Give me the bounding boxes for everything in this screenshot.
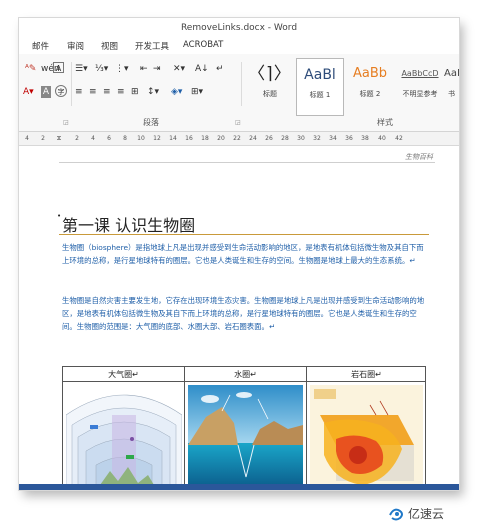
table-divider xyxy=(306,367,307,489)
styles-gallery: 〈⌉〉 标题 AaBl 标题 1 AaBb 标题 2 AaBbCcD 不明显参考… xyxy=(246,58,459,116)
ruler-tick: 18 xyxy=(201,135,209,142)
table-header-hydrosphere: 水圈↵ xyxy=(185,367,306,382)
paragraph-dialog-launcher-icon[interactable]: ◲ xyxy=(235,119,241,126)
paragraph-mark-icon: • xyxy=(57,212,62,220)
lithosphere-diagram xyxy=(310,385,423,489)
font-dialog-launcher-icon[interactable]: ◲ xyxy=(63,119,69,126)
borders-icon[interactable]: ⊞▾ xyxy=(191,86,203,98)
title-rule xyxy=(59,234,429,235)
style-name: 标题 1 xyxy=(309,91,331,99)
style-book-title[interactable]: AaI 书 xyxy=(444,58,459,116)
clear-format-icon[interactable]: ᴬ✎ xyxy=(25,63,36,75)
style-name: 不明显参考 xyxy=(402,90,438,98)
body-paragraph: 生物圈（biosphere）是指地球上凡是出现并感受到生命活动影响的地区，是地表… xyxy=(62,243,424,265)
style-subtle-reference[interactable]: AaBbCcD 不明显参考 xyxy=(396,58,444,116)
ruler-tick: 2 xyxy=(41,135,45,142)
distributed-icon[interactable]: ⊞ xyxy=(131,86,139,98)
line-spacing-icon[interactable]: ↕▾ xyxy=(147,86,159,98)
styles-group-label: 样式 xyxy=(377,118,393,127)
style-title[interactable]: 〈⌉〉 标题 xyxy=(246,58,294,116)
ruler-tick: 28 xyxy=(281,135,289,142)
ribbon: ᴬ✎ wén A A▾ A 字 ☰▾ ⅓▾ ⋮▾ ⇤ ⇥ ✕▾ A↓ ↵ ≡ ≡… xyxy=(19,54,459,132)
ruler-tick: 16 xyxy=(185,135,193,142)
style-name: 标题 xyxy=(263,90,277,98)
ruler-tick: 36 xyxy=(345,135,353,142)
align-center-icon[interactable]: ≡ xyxy=(89,86,97,98)
horizontal-ruler[interactable]: 4 2 ⧖ 2 4 6 8 10 12 14 16 18 20 22 24 26… xyxy=(19,132,459,146)
hydrosphere-diagram xyxy=(188,385,303,489)
numbering-icon[interactable]: ⅓▾ xyxy=(95,63,108,75)
style-preview: AaBl xyxy=(304,67,336,83)
table-divider xyxy=(184,367,185,489)
enclose-char-icon[interactable]: 字 xyxy=(55,85,67,97)
style-name: 标题 2 xyxy=(359,90,381,98)
ruler-tick: 6 xyxy=(107,135,111,142)
align-left-icon[interactable]: ≡ xyxy=(75,86,83,98)
ruler-tick: 12 xyxy=(153,135,161,142)
yisu-logo-icon xyxy=(389,508,403,521)
ruler-tick: 8 xyxy=(123,135,127,142)
ribbon-separator xyxy=(241,62,242,106)
decrease-indent-icon[interactable]: ⇤ xyxy=(140,63,148,75)
ruler-tick: 4 xyxy=(91,135,95,142)
font-color-icon[interactable]: A▾ xyxy=(23,86,34,98)
sort-icon[interactable]: A↓ xyxy=(195,63,209,75)
window-title: RemoveLinks.docx - Word xyxy=(180,23,298,33)
ruler-tick: 30 xyxy=(297,135,305,142)
ruler-tick: 22 xyxy=(233,135,241,142)
justify-icon[interactable]: ≡ xyxy=(117,86,125,98)
ruler-tick: 14 xyxy=(169,135,177,142)
style-heading-1[interactable]: AaBl 标题 1 xyxy=(296,58,344,116)
menu-bar: 邮件 审阅 视图 开发工具 ACROBAT xyxy=(19,38,459,54)
paragraph-group-label: 段落 xyxy=(143,118,159,127)
ruler-tick: 26 xyxy=(265,135,273,142)
menu-item-developer[interactable]: 开发工具 xyxy=(135,40,169,52)
increase-indent-icon[interactable]: ⇥ xyxy=(153,63,161,75)
menu-item-acrobat[interactable]: ACROBAT xyxy=(183,40,223,50)
style-preview: AaBb xyxy=(352,66,388,81)
ruler-tick: 24 xyxy=(249,135,257,142)
char-shading-icon[interactable]: A xyxy=(41,86,51,98)
bullets-icon[interactable]: ☰▾ xyxy=(75,63,88,75)
show-marks-icon[interactable]: ↵ xyxy=(216,63,224,75)
style-name: 书 xyxy=(448,90,455,98)
image-table: 大气圈↵ 水圈↵ 岩石圈↵ xyxy=(62,366,426,490)
shading-icon[interactable]: ◈▾ xyxy=(171,86,182,98)
body-paragraph: 生物圈是自然灾害主要发生地，它存在出现环境生态灾害。生物圈是地球上凡是出现并感受… xyxy=(62,296,425,331)
style-heading-2[interactable]: AaBb 标题 2 xyxy=(346,58,394,116)
header-rule xyxy=(59,162,435,163)
chinese-layout-icon[interactable]: ✕▾ xyxy=(173,63,185,75)
multilevel-list-icon[interactable]: ⋮▾ xyxy=(115,63,129,75)
document-page[interactable]: 生物百科 • 第一课 认识生物圈 生物圈（biosphere）是指地球上凡是出现… xyxy=(19,146,459,490)
page-header: 生物百科 xyxy=(405,153,433,161)
menu-item-view[interactable]: 视图 xyxy=(101,40,118,52)
ruler-tick: 40 xyxy=(378,135,386,142)
char-border-icon[interactable]: A xyxy=(53,62,64,73)
ruler-tick: 2 xyxy=(75,135,79,142)
table-header-atmosphere: 大气圈↵ xyxy=(63,367,184,382)
ruler-tick: 42 xyxy=(395,135,403,142)
status-bar xyxy=(19,484,459,490)
watermark-text: 亿速云 xyxy=(408,507,445,521)
style-preview: 〈⌉〉 xyxy=(248,64,292,84)
ruler-tick: 38 xyxy=(361,135,369,142)
ruler-tick: 20 xyxy=(217,135,225,142)
style-preview: AaBbCcD xyxy=(401,69,439,78)
menu-item-mailings[interactable]: 邮件 xyxy=(32,40,49,52)
ruler-tick: 10 xyxy=(137,135,145,142)
style-preview: AaI xyxy=(444,68,459,79)
indent-marker-icon[interactable]: ⧖ xyxy=(57,135,61,143)
atmosphere-diagram xyxy=(66,394,182,489)
align-right-icon[interactable]: ≡ xyxy=(103,86,111,98)
ruler-tick: 32 xyxy=(313,135,321,142)
ruler-tick: 34 xyxy=(329,135,337,142)
ribbon-separator xyxy=(71,62,72,106)
lesson-title: 第一课 认识生物圈 xyxy=(62,216,196,235)
table-header-lithosphere: 岩石圈↵ xyxy=(307,367,426,382)
word-window: RemoveLinks.docx - Word 邮件 审阅 视图 开发工具 AC… xyxy=(19,18,459,490)
menu-item-review[interactable]: 审阅 xyxy=(67,40,84,52)
ruler-tick: 4 xyxy=(25,135,29,142)
